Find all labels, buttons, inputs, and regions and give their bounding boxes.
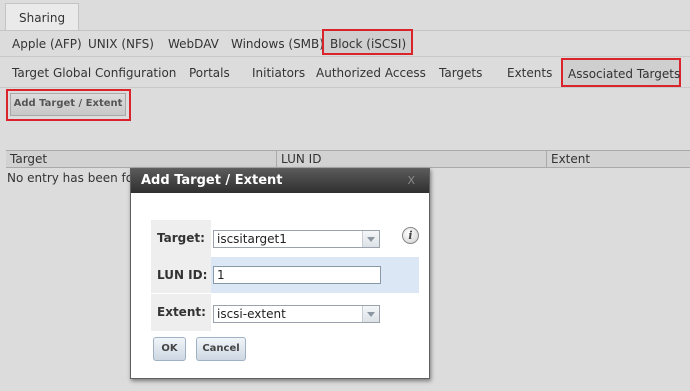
iscsi-tabs-divider xyxy=(0,87,690,88)
column-header-target[interactable]: Target xyxy=(6,151,276,168)
target-label: Target: xyxy=(151,220,211,257)
tab-webdav[interactable]: WebDAV xyxy=(168,37,219,51)
tab-block-iscsi[interactable]: Block (iSCSI) xyxy=(322,29,413,55)
target-select-value: iscsitarget1 xyxy=(217,232,287,246)
tab-associated-targets-label: Associated Targets xyxy=(568,67,681,81)
extent-label: Extent: xyxy=(151,294,211,331)
tab-target-global-configuration[interactable]: Target Global Configuration xyxy=(12,66,176,80)
share-tabs-divider xyxy=(0,56,690,57)
add-target-extent-button[interactable]: Add Target / Extent xyxy=(10,93,126,116)
tab-sharing[interactable]: Sharing xyxy=(5,3,79,31)
chevron-down-icon xyxy=(362,306,379,322)
tab-targets[interactable]: Targets xyxy=(439,66,482,80)
extent-select-value: iscsi-extent xyxy=(217,307,286,321)
lun-id-label: LUN ID: xyxy=(151,257,211,293)
add-target-extent-dialog: Add Target / Extent X Target: iscsitarge… xyxy=(130,168,430,379)
tab-sharing-label: Sharing xyxy=(19,11,66,25)
target-select[interactable]: iscsitarget1 xyxy=(213,230,380,248)
close-icon[interactable]: X xyxy=(407,174,415,187)
grid-header: Target LUN ID Extent xyxy=(6,150,690,168)
ok-button[interactable]: OK xyxy=(153,337,186,361)
dialog-title: Add Target / Extent xyxy=(141,173,283,188)
lun-id-input[interactable]: 1 xyxy=(213,266,381,284)
grid-empty-message: No entry has been fo xyxy=(7,171,134,185)
tab-portals[interactable]: Portals xyxy=(189,66,230,80)
tab-windows-smb[interactable]: Windows (SMB) xyxy=(231,37,324,51)
tab-initiators[interactable]: Initiators xyxy=(252,66,305,80)
tab-associated-targets[interactable]: Associated Targets xyxy=(561,58,681,87)
dialog-title-bar: Add Target / Extent xyxy=(131,169,429,193)
tab-authorized-access[interactable]: Authorized Access xyxy=(316,66,426,80)
info-icon[interactable]: i xyxy=(402,227,419,244)
cancel-button[interactable]: Cancel xyxy=(196,337,246,361)
tab-block-iscsi-label: Block (iSCSI) xyxy=(330,37,407,51)
column-header-lun-id[interactable]: LUN ID xyxy=(276,151,546,168)
tab-apple-afp[interactable]: Apple (AFP) xyxy=(12,37,82,51)
tab-extents[interactable]: Extents xyxy=(507,66,552,80)
chevron-down-icon xyxy=(362,231,379,247)
column-header-extent[interactable]: Extent xyxy=(546,151,690,168)
extent-select[interactable]: iscsi-extent xyxy=(213,305,380,323)
tab-unix-nfs[interactable]: UNIX (NFS) xyxy=(88,37,154,51)
